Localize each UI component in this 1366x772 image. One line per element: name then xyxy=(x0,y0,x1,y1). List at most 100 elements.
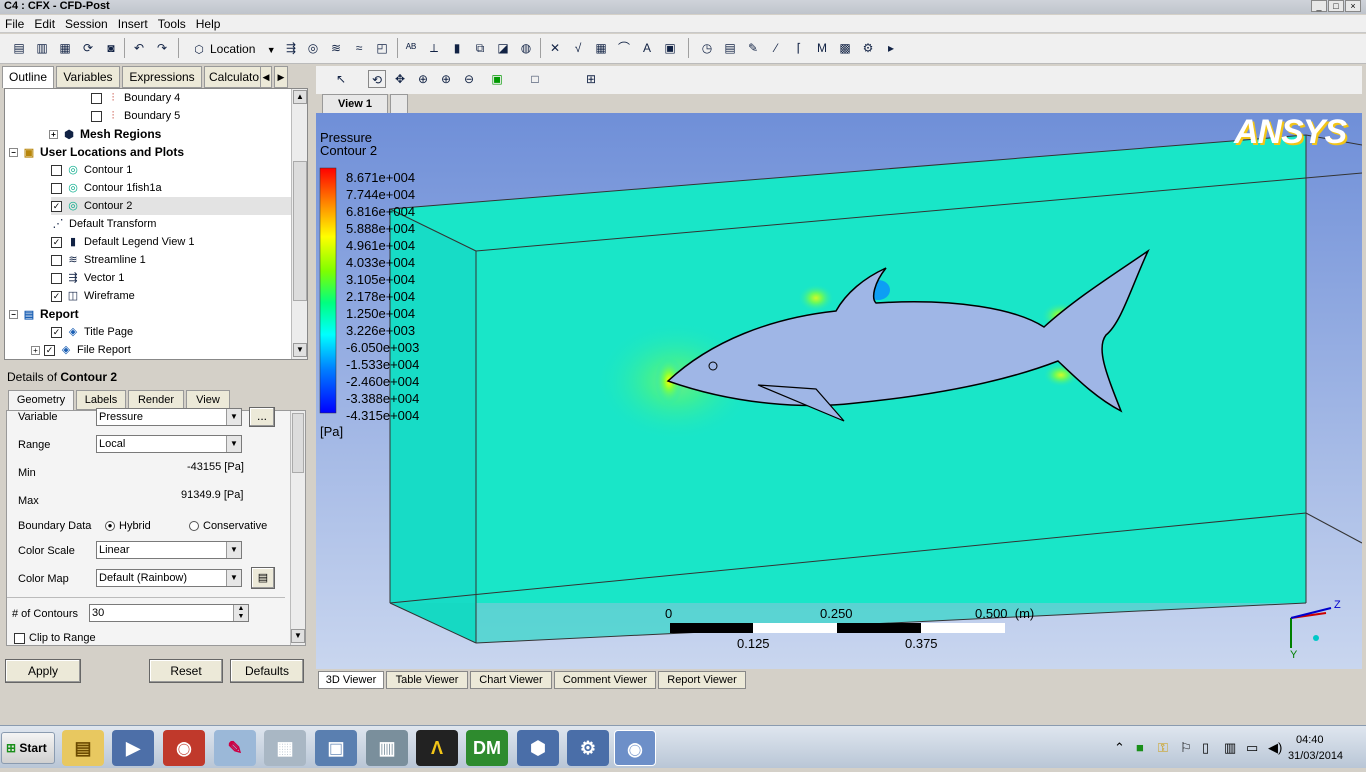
ansys-workbench-icon[interactable]: Λ xyxy=(416,730,458,766)
vector-icon[interactable]: ⇶ xyxy=(282,39,300,57)
3d-viewport[interactable]: Pressure Contour 2 8.671e+004 7.744e+004… xyxy=(316,113,1362,669)
quick-editor-icon[interactable]: ✎ xyxy=(744,39,762,57)
tab-comment-viewer[interactable]: Comment Viewer xyxy=(554,671,656,689)
streamline-icon[interactable]: ≋ xyxy=(327,39,345,57)
location-dropdown[interactable]: ⬡ Location ▼ xyxy=(192,39,275,59)
rotate-icon[interactable]: ⟲ xyxy=(368,70,386,88)
tree-item-default-transform[interactable]: ⋰ Default Transform xyxy=(51,215,157,233)
viewport-layout-icon[interactable]: □ xyxy=(526,70,544,88)
apply-button[interactable]: Apply xyxy=(5,659,81,683)
hybrid-radio[interactable]: ● Hybrid xyxy=(105,520,151,532)
tab-3d-viewer[interactable]: 3D Viewer xyxy=(318,671,384,689)
explorer-icon[interactable]: ▤ xyxy=(62,730,104,766)
scroll-up-icon[interactable]: ▲ xyxy=(293,90,307,104)
tree-item-file-report[interactable]: + ✓ ◈ File Report xyxy=(31,341,131,359)
tab-calculators[interactable]: Calculato xyxy=(204,66,264,88)
zoom-fit-icon[interactable]: ⊖ xyxy=(460,70,478,88)
checkbox[interactable] xyxy=(91,110,102,122)
tree-item-vector-1[interactable]: ⇶ Vector 1 xyxy=(51,269,124,287)
chrome-icon[interactable]: ◉ xyxy=(163,730,205,766)
save-icon[interactable]: ▦ xyxy=(56,39,74,57)
coordinate-frame-icon[interactable]: ⟂ xyxy=(425,39,443,57)
expand-icon[interactable]: + xyxy=(31,345,40,355)
menu-insert[interactable]: Insert xyxy=(113,15,153,33)
color-map-editor-button[interactable]: ▤ xyxy=(251,567,275,589)
tray-app-icon[interactable]: ■ xyxy=(1136,732,1144,764)
open-icon[interactable]: ▥ xyxy=(33,39,51,57)
view-tab-extra[interactable] xyxy=(390,94,408,114)
text-icon[interactable]: ᴬᴮ xyxy=(402,39,420,57)
fit-view-icon[interactable]: ▣ xyxy=(488,70,506,88)
tree-item-user-locations[interactable]: − ▣ User Locations and Plots xyxy=(9,143,184,161)
cfx-pre-icon[interactable]: ⚙ xyxy=(567,730,609,766)
tab-report-viewer[interactable]: Report Viewer xyxy=(658,671,746,689)
start-button[interactable]: ⊞ Start xyxy=(1,732,55,764)
close-button[interactable]: × xyxy=(1345,0,1361,12)
clip-to-range-checkbox[interactable]: Clip to Range xyxy=(14,632,96,644)
scroll-thumb[interactable] xyxy=(292,413,304,473)
tray-device-icon[interactable]: ▯ xyxy=(1202,732,1209,764)
tray-flag-icon[interactable]: ⚐ xyxy=(1180,732,1192,764)
contour-icon[interactable]: ◎ xyxy=(304,39,322,57)
cfd-post-icon[interactable]: ◉ xyxy=(614,730,656,766)
particle-track-icon[interactable]: ≈ xyxy=(350,39,368,57)
turbo-icon[interactable]: ⚙ xyxy=(859,39,877,57)
comment-icon[interactable]: A xyxy=(638,39,656,57)
probe-icon[interactable]: ⁄ xyxy=(767,39,785,57)
tray-network-icon[interactable]: ▥ xyxy=(1224,732,1236,764)
meshing-icon[interactable]: ⬢ xyxy=(517,730,559,766)
command-editor-icon[interactable]: ▸ xyxy=(882,39,900,57)
tab-render[interactable]: Render xyxy=(128,390,184,410)
tree-item-streamline-1[interactable]: ≋ Streamline 1 xyxy=(51,251,146,269)
mesh-calculator-icon[interactable]: M xyxy=(813,39,831,57)
figure-icon[interactable]: ▣ xyxy=(661,39,679,57)
menu-help[interactable]: Help xyxy=(191,15,226,33)
tree-item-contour-2[interactable]: ✓ ◎ Contour 2 xyxy=(51,197,291,215)
checkbox-checked[interactable]: ✓ xyxy=(51,200,62,212)
variable-select[interactable]: Pressure ▼ xyxy=(96,408,242,426)
table-icon[interactable]: ▦ xyxy=(592,39,610,57)
menu-edit[interactable]: Edit xyxy=(29,15,60,33)
tree-item-contour-1[interactable]: ◎ Contour 1 xyxy=(51,161,132,179)
color-map-icon[interactable]: ◍ xyxy=(517,39,535,57)
calculator-icon[interactable]: ▦ xyxy=(264,730,306,766)
redo-icon[interactable]: ↷ xyxy=(153,39,171,57)
range-select[interactable]: Local ▼ xyxy=(96,435,242,453)
collapse-icon[interactable]: − xyxy=(9,148,18,158)
tree-item-title-page[interactable]: ✓ ◈ Title Page xyxy=(51,323,133,341)
select-icon[interactable]: ↖ xyxy=(332,70,350,88)
contours-stepper[interactable]: 30 ▲ ▼ xyxy=(89,604,249,622)
expression-icon[interactable]: √ xyxy=(569,39,587,57)
tab-chart-viewer[interactable]: Chart Viewer xyxy=(470,671,552,689)
tab-labels[interactable]: Labels xyxy=(76,390,126,410)
color-scale-select[interactable]: Linear ▼ xyxy=(96,541,242,559)
checkbox-checked[interactable]: ✓ xyxy=(51,290,62,302)
checkbox[interactable] xyxy=(51,272,62,284)
chart-icon[interactable]: ⌒ xyxy=(615,39,633,57)
tab-table-viewer[interactable]: Table Viewer xyxy=(386,671,468,689)
variable-icon[interactable]: ✕ xyxy=(546,39,564,57)
clock-date[interactable]: 31/03/2014 xyxy=(1288,740,1343,772)
tray-lock-icon[interactable]: ⚿ xyxy=(1158,732,1168,764)
checkbox[interactable] xyxy=(51,182,62,194)
design-modeler-icon[interactable]: DM xyxy=(466,730,508,766)
tray-display-icon[interactable]: ▭ xyxy=(1246,732,1258,764)
reload-icon[interactable]: ⟳ xyxy=(79,39,97,57)
expand-icon[interactable]: + xyxy=(49,130,58,140)
checkbox[interactable] xyxy=(91,92,102,104)
collapse-icon[interactable]: − xyxy=(9,310,18,320)
timestep-icon[interactable]: ◷ xyxy=(698,39,716,57)
media-player-icon[interactable]: ▶ xyxy=(112,730,154,766)
zoom-box-icon[interactable]: ⊕ xyxy=(437,70,455,88)
maximize-button[interactable]: □ xyxy=(1328,0,1344,12)
animation-icon[interactable]: ▤ xyxy=(721,39,739,57)
tab-variables[interactable]: Variables xyxy=(56,66,120,88)
color-map-select[interactable]: Default (Rainbow) ▼ xyxy=(96,569,242,587)
tab-expressions[interactable]: Expressions xyxy=(122,66,202,88)
menu-tools[interactable]: Tools xyxy=(153,15,191,33)
tab-geometry[interactable]: Geometry xyxy=(8,390,74,411)
tree-item-mesh-regions[interactable]: + ⬢ Mesh Regions xyxy=(49,125,161,143)
viewer-options-icon[interactable]: ⊞ xyxy=(582,70,600,88)
checkbox[interactable] xyxy=(14,632,25,644)
tab-scroll-right-icon[interactable]: ▶ xyxy=(274,66,288,88)
